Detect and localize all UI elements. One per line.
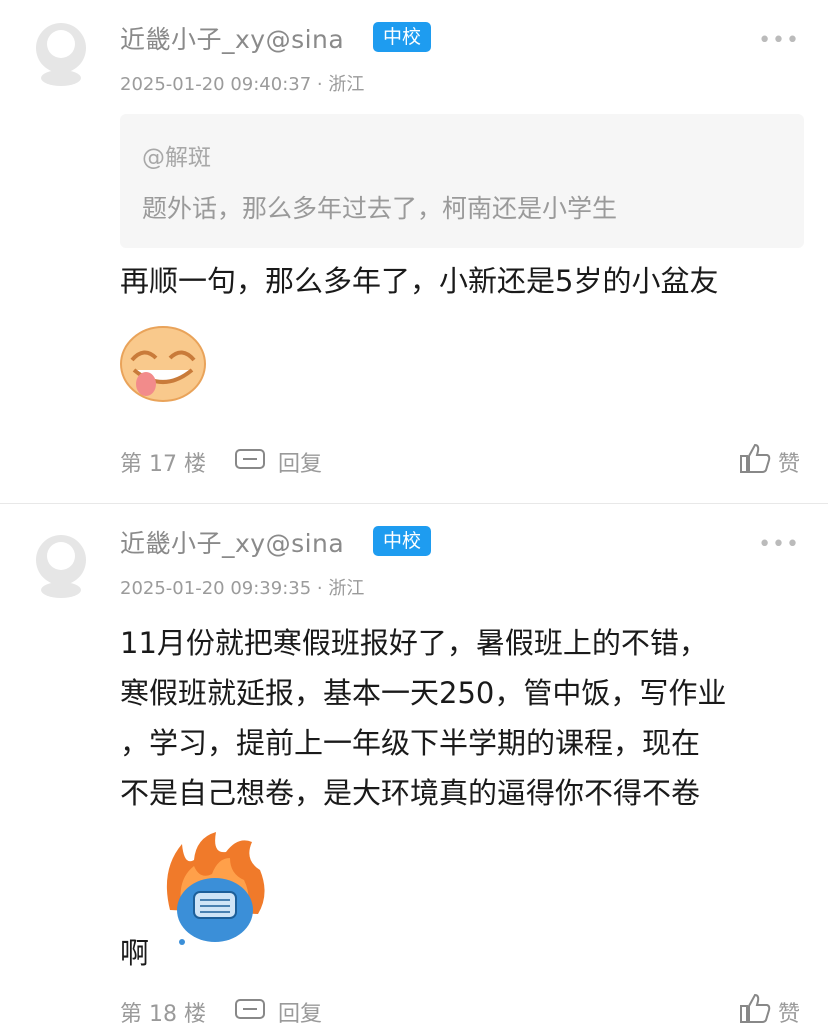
reply-icon[interactable]	[234, 998, 266, 1022]
angry-fire-face-sticker	[166, 832, 265, 945]
username[interactable]: 近畿小子_xy@sina	[120, 524, 344, 560]
comment-line: ，学习，提前上一年级下半学期的课程，现在	[120, 726, 701, 760]
comment-line: 寒假班就延报，基本一天250，管中饭，写作业	[120, 676, 727, 710]
default-avatar-icon[interactable]	[32, 534, 90, 600]
comment-footer: 第 18 楼 回复 赞	[0, 990, 828, 1030]
quoted-text: 题外话，那么多年过去了，柯南还是小学生	[142, 194, 618, 223]
comment-body: 再顺一句，那么多年了，小新还是5岁的小盆友	[120, 256, 718, 306]
like-button[interactable]: 赞	[778, 446, 800, 478]
laughing-face-sticker	[120, 326, 206, 402]
reply-icon[interactable]	[234, 448, 266, 472]
comment-footer: 第 17 楼 回复 赞	[0, 440, 828, 480]
timestamp-location: 2025-01-20 09:40:37 · 浙江	[120, 74, 365, 95]
quoted-comment[interactable]: @解斑 题外话，那么多年过去了，柯南还是小学生	[120, 114, 804, 248]
floor-number: 第 17 楼	[120, 452, 206, 477]
quoted-username[interactable]: @解斑	[142, 138, 211, 172]
more-options-icon[interactable]: •••	[758, 532, 800, 557]
comment-line: 11月份就把寒假班报好了，暑假班上的不错，	[120, 626, 708, 660]
comment-line: 再顺一句，那么多年了，小新还是5岁的小盆友	[120, 264, 719, 298]
comment-floor-17: 近畿小子_xy@sina 中校 ••• 2025-01-20 09:40:37 …	[0, 0, 828, 504]
reply-button[interactable]: 回复	[278, 996, 322, 1028]
thumbs-up-icon[interactable]	[738, 992, 772, 1024]
more-options-icon[interactable]: •••	[758, 28, 800, 53]
username[interactable]: 近畿小子_xy@sina	[120, 20, 344, 56]
timestamp-location: 2025-01-20 09:39:35 · 浙江	[120, 578, 365, 599]
rank-badge: 中校	[373, 526, 432, 556]
comment-body: 11月份就把寒假班报好了，暑假班上的不错， 寒假班就延报，基本一天250，管中饭…	[120, 618, 726, 818]
reply-button[interactable]: 回复	[278, 446, 322, 478]
thumbs-up-icon[interactable]	[738, 442, 772, 474]
like-button[interactable]: 赞	[778, 996, 800, 1028]
trailing-text: 啊	[120, 936, 150, 970]
comment-line: 不是自己想卷，是大环境真的逼得你不得不卷	[120, 776, 701, 810]
rank-badge: 中校	[373, 22, 432, 52]
default-avatar-icon[interactable]	[32, 22, 90, 88]
floor-number: 第 18 楼	[120, 1002, 206, 1027]
comment-floor-18: 近畿小子_xy@sina 中校 ••• 2025-01-20 09:39:35 …	[0, 504, 828, 1034]
